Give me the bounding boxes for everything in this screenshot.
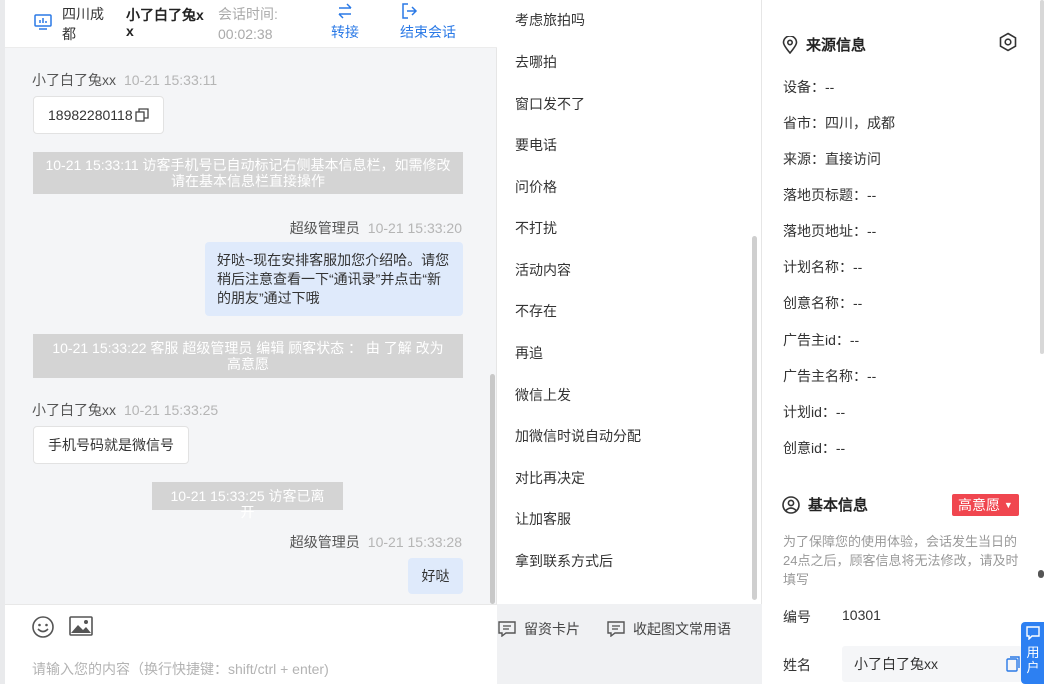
message-input[interactable]: 请输入您的内容（换行快捷键：shift/ctrl + enter) [32, 659, 329, 679]
session-time-value: 00:02:38 [218, 26, 273, 42]
visitor-location: 四川成都 [62, 6, 104, 42]
phrases-scrollbar[interactable] [752, 236, 757, 600]
agent-bubble[interactable]: 好哒~现在安排客服加您介绍哈。请您稍后注意查看一下“通讯录”并点击“新的朋友”通… [205, 242, 463, 316]
visitor-info-panel: 来源信息 设备：-- 省市：四川，成都 来源：直接访问 落地页标题：-- 落地页… [762, 0, 1044, 684]
location-pin-icon [782, 35, 798, 54]
message-meta: 小了白了兔xx 10-21 15:33:11 [32, 70, 217, 90]
message-meta: 超级管理员 10-21 15:33:20 [290, 218, 462, 238]
chat-workspace: 四川成都 小了白了兔xx 会话时间: 00:02:38 转接 结束会话 小了白了… [0, 0, 1044, 684]
source-row-region: 省市：四川，成都 [783, 115, 895, 131]
lead-card-label: 留资卡片 [524, 621, 580, 637]
id-label: 编号 [783, 609, 811, 625]
chat-scrollbar[interactable] [490, 374, 495, 604]
phrase-item[interactable]: 对比再决定 [515, 468, 585, 488]
source-info-heading: 来源信息 [782, 34, 866, 55]
phrase-item[interactable]: 拿到联系方式后 [515, 551, 613, 571]
edit-notice: 为了保障您的使用体验，会话发生当日的24点之后，顾客信息将无法修改，请及时填写 [783, 534, 1019, 587]
info-scrollbar[interactable] [1040, 0, 1044, 354]
transfer-label: 转接 [331, 24, 359, 40]
basic-info-heading: 基本信息 [782, 494, 868, 515]
phrase-item[interactable]: 加微信时说自动分配 [515, 426, 641, 446]
phrase-item[interactable]: 活动内容 [515, 260, 571, 280]
quick-phrases-panel: 考虑旅拍吗 去哪拍 窗口发不了 要电话 问价格 不打扰 活动内容 不存在 再追 … [497, 0, 762, 604]
phrase-item[interactable]: 要电话 [515, 135, 557, 155]
end-session-button[interactable]: 结束会话 [400, 2, 456, 42]
phrase-item[interactable]: 微信上发 [515, 385, 571, 405]
collapse-handle[interactable] [1038, 570, 1044, 578]
name-field[interactable]: 小了白了兔xx [842, 646, 1022, 682]
source-row-landing-title: 落地页标题：-- [783, 187, 877, 203]
source-row-source: 来源：直接访问 [783, 151, 881, 167]
image-icon[interactable] [69, 616, 93, 636]
logout-icon [402, 3, 418, 19]
source-row-device: 设备：-- [783, 79, 835, 95]
visitor-bubble[interactable]: 18982280118 [33, 96, 164, 134]
phrase-item[interactable]: 不存在 [515, 301, 557, 321]
agent-bubble[interactable]: 好哒 [408, 558, 463, 594]
sender-name: 超级管理员 [289, 534, 360, 550]
name-label: 姓名 [783, 657, 811, 673]
transfer-icon [338, 3, 352, 19]
phrase-item[interactable]: 问价格 [515, 177, 557, 197]
phrase-item[interactable]: 去哪拍 [515, 52, 557, 72]
caret-down-icon: ▼ [1003, 500, 1013, 510]
phrase-item[interactable]: 让加客服 [515, 509, 571, 529]
message-time: 10-21 15:33:25 [124, 402, 219, 418]
visitor-bubble[interactable]: 手机号码就是微信号 [33, 426, 189, 464]
chat-panel: 四川成都 小了白了兔xx 会话时间: 00:02:38 转接 结束会话 小了白了… [5, 0, 731, 684]
user-side-tab[interactable]: 用户 [1021, 622, 1044, 684]
user-side-tab-label: 用户 [1026, 645, 1040, 675]
user-circle-icon [782, 495, 800, 514]
source-row-plan-name: 计划名称：-- [783, 259, 863, 275]
transfer-button[interactable]: 转接 [331, 2, 359, 42]
message-meta: 小了白了兔xx 10-21 15:33:25 [32, 400, 218, 420]
end-session-label: 结束会话 [400, 24, 456, 40]
message-time: 10-21 15:33:11 [124, 72, 218, 88]
message-card-icon [607, 621, 625, 637]
toggle-phrases-label: 收起图文常用语 [633, 621, 731, 637]
emoji-icon[interactable] [31, 615, 55, 639]
source-row-advertiser-name: 广告主名称：-- [783, 368, 877, 384]
source-row-plan-id: 计划id：-- [783, 404, 846, 420]
monitor-icon [34, 14, 52, 30]
phrase-item[interactable]: 再追 [515, 343, 543, 363]
source-row-creative-id: 创意id：-- [783, 440, 846, 456]
source-row-landing-url: 落地页地址：-- [783, 223, 877, 239]
lead-card-button[interactable]: 留资卡片 [498, 619, 580, 639]
intent-status-dropdown[interactable]: 高意愿 ▼ [952, 494, 1019, 516]
copy-icon[interactable] [1006, 656, 1020, 672]
copy-icon[interactable] [134, 108, 149, 122]
system-note: 10-21 15:33:25 访客已离开 [152, 482, 343, 520]
message-text: 18982280118 [48, 107, 133, 123]
message-time: 10-21 15:33:20 [367, 220, 462, 236]
visitor-name: 小了白了兔xx [126, 7, 204, 39]
system-note: 10-21 15:33:11 访客手机号已自动标记右侧基本信息栏，如需修改请在基… [33, 152, 463, 194]
sender-name: 小了白了兔xx [32, 402, 116, 418]
sender-name: 小了白了兔xx [32, 72, 116, 88]
message-time: 10-21 15:33:28 [367, 534, 462, 550]
chat-header: 四川成都 小了白了兔xx 会话时间: 00:02:38 转接 结束会话 [5, 0, 497, 48]
source-info-title: 来源信息 [806, 37, 867, 54]
source-row-advertiser-id: 广告主id：-- [783, 332, 860, 348]
settings-icon[interactable] [998, 32, 1018, 52]
chat-bubble-icon [1026, 626, 1040, 641]
basic-info-title: 基本信息 [808, 497, 869, 514]
intent-status-label: 高意愿 [958, 497, 1000, 513]
message-list[interactable]: 小了白了兔xx 10-21 15:33:11 18982280118 10-21 … [5, 48, 497, 604]
name-value: 小了白了兔xx [854, 656, 938, 672]
source-row-creative-name: 创意名称：-- [783, 295, 863, 311]
sender-name: 超级管理员 [289, 220, 360, 236]
chat-input-area: 留资卡片 收起图文常用语 请输入您的内容（换行快捷键：shift/ctrl + … [5, 604, 731, 684]
phrase-item[interactable]: 窗口发不了 [515, 94, 585, 114]
phrase-item[interactable]: 不打扰 [515, 218, 557, 238]
message-meta: 超级管理员 10-21 15:33:28 [290, 532, 462, 552]
toggle-phrases-button[interactable]: 收起图文常用语 [607, 619, 731, 639]
session-time-label: 会话时间: [218, 6, 278, 22]
system-note: 10-21 15:33:22 客服 超级管理员 编辑 顾客状态 ： 由 了解 改… [33, 334, 463, 378]
id-value: 10301 [842, 607, 881, 623]
message-card-icon [498, 621, 516, 637]
phrase-item[interactable]: 考虑旅拍吗 [515, 10, 585, 30]
